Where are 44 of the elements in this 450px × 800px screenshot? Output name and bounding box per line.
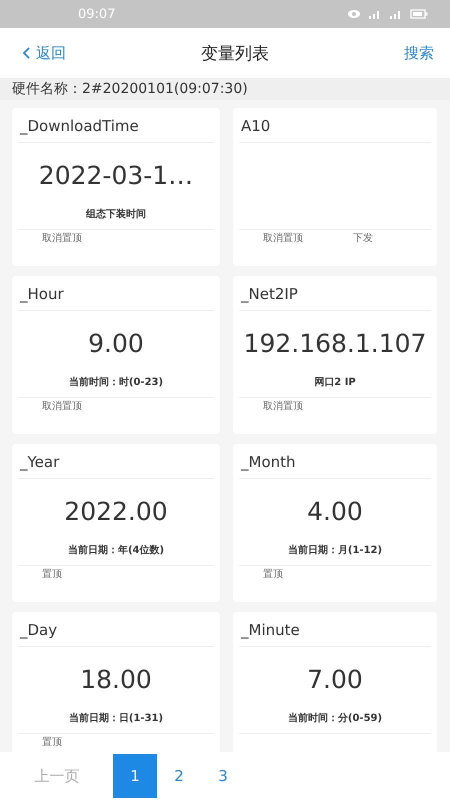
page-button[interactable]: 3 (201, 754, 245, 798)
variable-description: 当前日期：日(1-31) (68, 712, 164, 725)
variable-description: 当前时间：分(0-59) (288, 712, 382, 725)
eye-icon (347, 9, 361, 19)
card-action-button[interactable]: 取消置顶 (42, 233, 82, 245)
card-action-button[interactable]: 置顶 (263, 569, 283, 581)
variable-value: 2022.00 (64, 496, 168, 526)
page-button[interactable]: 2 (157, 754, 201, 798)
variable-name: A10 (239, 108, 431, 143)
variable-value: 4.00 (307, 496, 363, 526)
hardware-name: 2#20200101(09:07:30) (82, 81, 248, 97)
card-action-button[interactable]: 置顶 (42, 569, 62, 581)
variable-value: 192.168.1.107 (244, 328, 426, 358)
variable-name: _Minute (239, 612, 431, 647)
card-action-button[interactable]: 取消置顶 (263, 401, 303, 413)
card-action-button[interactable]: 取消置顶 (42, 401, 82, 413)
page-title: 变量列表 (201, 42, 269, 64)
status-time: 09:07 (78, 6, 116, 22)
variable-description: 网口2 IP (314, 376, 356, 389)
variable-value: 2022-03-1… (38, 160, 194, 190)
search-button[interactable]: 搜索 (404, 44, 434, 62)
hardware-label: 硬件名称： (12, 80, 82, 98)
signal-icon (368, 9, 382, 19)
variable-value: 7.00 (307, 664, 363, 694)
variable-value: 9.00 (88, 328, 144, 358)
variable-description: 当前日期：月(1-12) (288, 544, 382, 557)
variable-name: _Net2IP (239, 276, 431, 311)
variable-name: _DownloadTime (18, 108, 214, 143)
card-action-button[interactable]: 下发 (353, 233, 373, 245)
battery-icon (410, 9, 428, 19)
variable-name: _Month (239, 444, 431, 479)
chevron-left-icon (22, 47, 30, 59)
signal-icon (389, 9, 403, 19)
card-action-button[interactable]: 取消置顶 (263, 233, 303, 245)
card-action-button[interactable]: 置顶 (42, 737, 62, 749)
variable-description: 当前时间：时(0-23) (68, 376, 164, 389)
variable-value: 18.00 (80, 664, 152, 694)
variable-name: _Year (18, 444, 214, 479)
variable-name: _Hour (18, 276, 214, 311)
variable-name: _Day (18, 612, 214, 647)
page-button[interactable]: 1 (113, 754, 157, 798)
back-button[interactable]: 返回 (22, 44, 66, 62)
variable-description: 组态下装时间 (86, 208, 146, 221)
variable-description: 当前日期：年(4位数) (68, 544, 164, 557)
